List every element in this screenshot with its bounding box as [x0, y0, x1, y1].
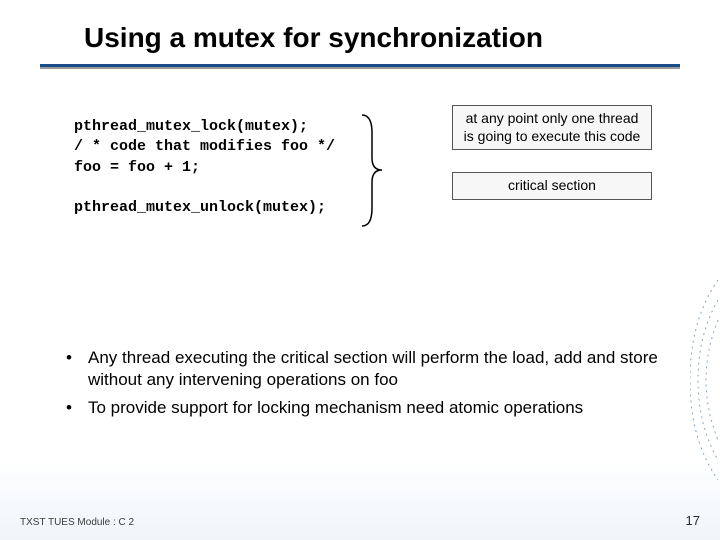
- code-line: / * code that modifies foo */: [74, 138, 335, 155]
- footer-text: TXST TUES Module : C 2: [20, 517, 134, 528]
- slide-title: Using a mutex for synchronization: [0, 0, 720, 60]
- callout-bottom: critical section: [452, 172, 652, 200]
- code-block: pthread_mutex_lock(mutex); / * code that…: [74, 117, 335, 218]
- content-area: pthread_mutex_lock(mutex); / * code that…: [0, 67, 720, 457]
- page-number: 17: [686, 513, 700, 528]
- code-line: foo = foo + 1;: [74, 159, 200, 176]
- bullet-item: Any thread executing the critical sectio…: [60, 347, 670, 391]
- callout-top: at any point only one thread is going to…: [452, 105, 652, 150]
- bullet-item: To provide support for locking mechanism…: [60, 397, 670, 419]
- code-line: pthread_mutex_unlock(mutex);: [74, 199, 326, 216]
- callout-group: at any point only one thread is going to…: [452, 105, 652, 200]
- slide: Using a mutex for synchronization pthrea…: [0, 0, 720, 540]
- curly-brace-icon: [358, 113, 386, 228]
- footer: TXST TUES Module : C 2 17: [20, 513, 700, 528]
- bullet-list: Any thread executing the critical sectio…: [60, 347, 670, 425]
- code-line: pthread_mutex_lock(mutex);: [74, 118, 308, 135]
